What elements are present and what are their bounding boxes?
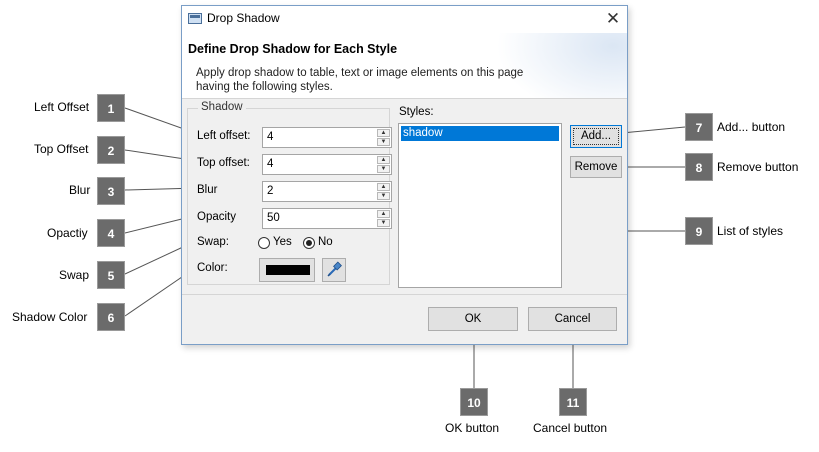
callout-label-swap: Swap <box>59 268 90 282</box>
opacity-label: Opacity <box>197 211 236 223</box>
swap-yes-radio[interactable] <box>258 237 270 249</box>
callout-label-ok-button: OK button <box>445 421 500 435</box>
spin-down-icon[interactable]: ▼ <box>377 219 390 227</box>
spin-down-icon[interactable]: ▼ <box>377 165 390 173</box>
left-offset-label: Left offset: <box>197 130 251 142</box>
swap-no-radio[interactable] <box>303 237 315 249</box>
color-button[interactable] <box>259 258 315 282</box>
spin-up-icon[interactable]: ▲ <box>377 183 390 191</box>
color-swatch <box>266 265 310 275</box>
dialog-content: Shadow Left offset: 4 ▲ ▼ Top offset: 4 … <box>182 99 627 295</box>
opacity-spinner[interactable]: 50 ▲ ▼ <box>262 208 392 229</box>
callout-label-left-offset: Left Offset <box>34 100 90 114</box>
left-offset-value[interactable]: 4 <box>267 131 273 143</box>
styles-list[interactable]: shadow <box>398 123 562 288</box>
ok-button-label: OK <box>464 313 482 325</box>
blur-value[interactable]: 2 <box>267 185 273 197</box>
header-title: Define Drop Shadow for Each Style <box>188 42 398 56</box>
drop-shadow-dialog: Drop Shadow ✕ Define Drop Shadow for Eac… <box>181 5 628 345</box>
callout-label-remove-button: Remove button <box>717 160 799 174</box>
callout-badge-7: 7 <box>685 113 713 141</box>
swap-yes-label[interactable]: Yes <box>273 236 292 248</box>
eyedropper-icon <box>327 261 342 277</box>
top-offset-value[interactable]: 4 <box>267 158 273 170</box>
callout-label-opacity: Opactiy <box>47 226 88 240</box>
dialog-title: Drop Shadow <box>207 11 280 25</box>
add-button[interactable]: Add... <box>570 125 622 148</box>
shadow-group: Shadow Left offset: 4 ▲ ▼ Top offset: 4 … <box>187 101 392 285</box>
spin-up-icon[interactable]: ▲ <box>377 210 390 218</box>
remove-button-label: Remove <box>574 161 618 173</box>
left-offset-spinner[interactable]: 4 ▲ ▼ <box>262 127 392 148</box>
swap-label: Swap: <box>197 236 229 248</box>
callout-label-cancel-button: Cancel button <box>533 421 608 435</box>
eyedropper-button[interactable] <box>322 258 346 282</box>
spin-down-icon[interactable]: ▼ <box>377 192 390 200</box>
styles-label: Styles: <box>399 106 434 118</box>
callout-badge-9: 9 <box>685 217 713 245</box>
dialog-icon <box>188 13 202 24</box>
callout-label-add-button: Add... button <box>717 120 786 134</box>
callout-badge-4: 4 <box>97 219 125 247</box>
callout-label-blur: Blur <box>69 183 91 197</box>
focus-ring <box>573 128 619 145</box>
callout-badge-5: 5 <box>97 261 125 289</box>
callout-badge-6: 6 <box>97 303 125 331</box>
cancel-button[interactable]: Cancel <box>528 307 617 331</box>
callout-badge-8: 8 <box>685 153 713 181</box>
spin-up-icon[interactable]: ▲ <box>377 156 390 164</box>
top-offset-label: Top offset: <box>197 157 250 169</box>
blur-label: Blur <box>197 184 218 196</box>
callout-label-list-of-styles: List of styles <box>717 224 784 238</box>
spin-up-icon[interactable]: ▲ <box>377 129 390 137</box>
spin-down-icon[interactable]: ▼ <box>377 138 390 146</box>
shadow-group-label: Shadow <box>198 101 246 113</box>
header-description: Apply drop shadow to table, text or imag… <box>196 67 524 93</box>
callout-label-top-offset: Top Offset <box>34 142 89 156</box>
close-icon[interactable]: ✕ <box>602 8 624 30</box>
styles-list-item[interactable]: shadow <box>401 126 559 141</box>
callout-badge-3: 3 <box>97 177 125 205</box>
dialog-header: Define Drop Shadow for Each Style Apply … <box>182 33 627 99</box>
remove-button[interactable]: Remove <box>570 156 622 178</box>
color-label: Color: <box>197 262 228 274</box>
callout-badge-2: 2 <box>97 136 125 164</box>
cancel-button-label: Cancel <box>554 313 591 325</box>
opacity-value[interactable]: 50 <box>267 212 280 224</box>
callout-badge-1: 1 <box>97 94 125 122</box>
swap-no-label[interactable]: No <box>318 236 333 248</box>
title-bar[interactable]: Drop Shadow ✕ <box>182 6 627 33</box>
callout-badge-11: 11 <box>559 388 587 416</box>
callout-badge-10: 10 <box>460 388 488 416</box>
top-offset-spinner[interactable]: 4 ▲ ▼ <box>262 154 392 175</box>
blur-spinner[interactable]: 2 ▲ ▼ <box>262 181 392 202</box>
callout-label-shadow-color: Shadow Color <box>12 310 88 324</box>
ok-button[interactable]: OK <box>428 307 518 331</box>
